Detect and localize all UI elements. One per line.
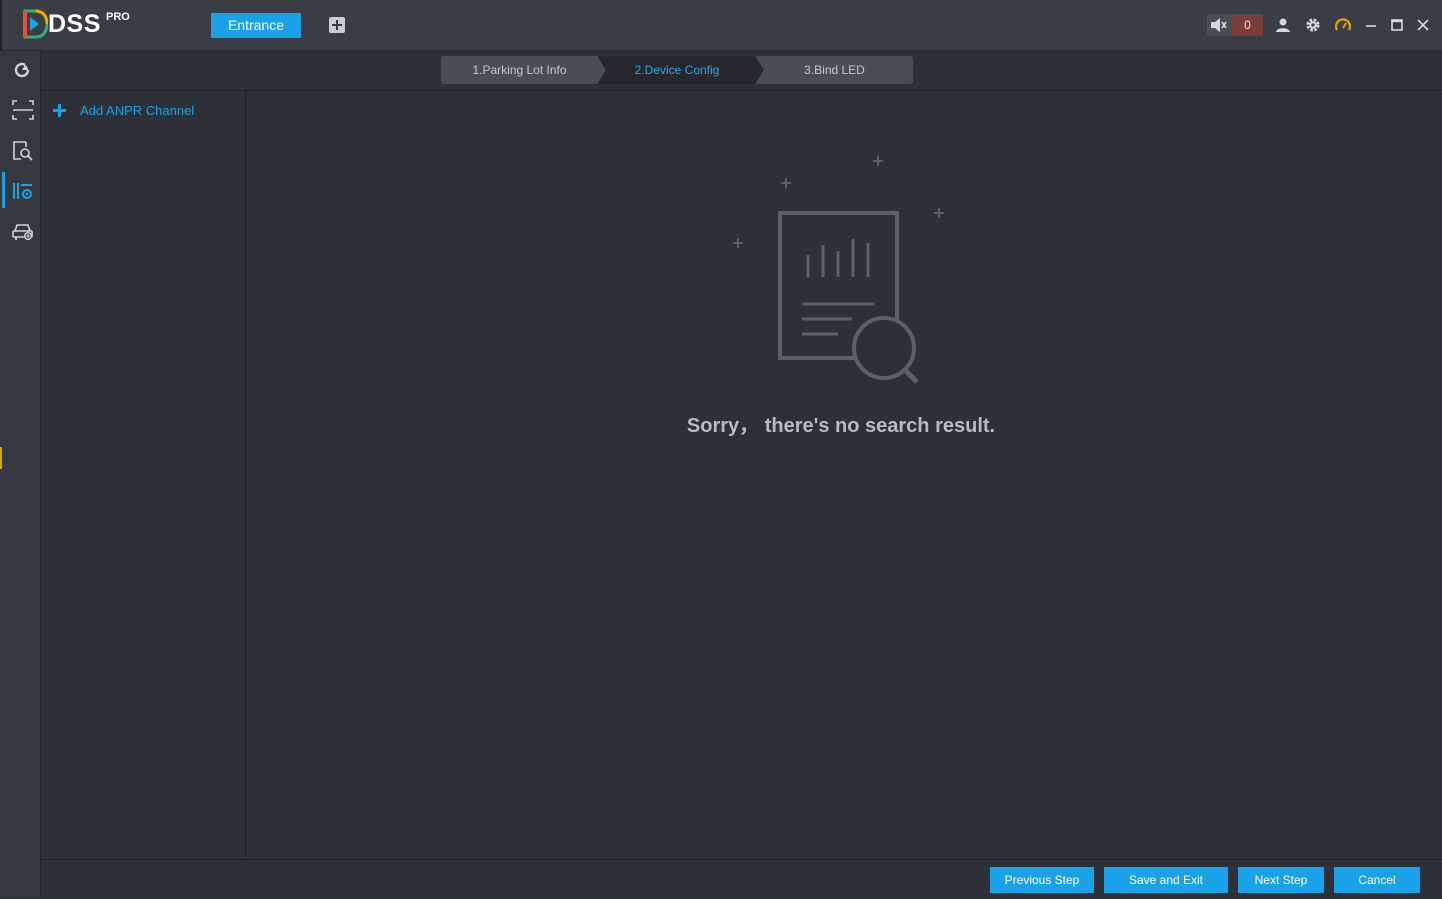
step-label: 3.Bind LED — [804, 63, 865, 77]
main-content: Sorry， there's no search result. — [246, 91, 1442, 858]
wizard-steps: 1.Parking Lot Info 2.Device Config 3.Bin… — [441, 56, 913, 84]
module-rail — [0, 51, 41, 898]
step-label: 2.Device Config — [634, 63, 720, 77]
add-anpr-channel-label[interactable]: Add ANPR Channel — [80, 103, 194, 119]
edge-marker — [0, 447, 2, 469]
rail-item-capture[interactable] — [2, 91, 40, 127]
empty-result-icon — [733, 156, 944, 384]
step-parking-lot-info[interactable]: 1.Parking Lot Info — [441, 56, 598, 84]
step-separator — [597, 56, 606, 84]
rail-item-vehicle[interactable] — [2, 213, 40, 249]
rail-item-refresh[interactable] — [2, 51, 40, 87]
rail-item-search-record[interactable] — [2, 132, 40, 168]
maximize-icon[interactable] — [1389, 17, 1405, 33]
close-icon[interactable] — [1415, 17, 1431, 33]
previous-step-button[interactable]: Previous Step — [990, 867, 1094, 893]
vehicle-icon[interactable] — [12, 222, 34, 242]
refresh-icon[interactable] — [12, 60, 32, 80]
step-label: 1.Parking Lot Info — [472, 63, 567, 77]
save-and-exit-button[interactable]: Save and Exit — [1104, 867, 1228, 893]
minimize-icon[interactable] — [1363, 17, 1379, 33]
alarm-count-badge: 0 — [1232, 15, 1263, 35]
capture-frame-icon[interactable] — [12, 100, 34, 120]
parking-config-icon[interactable] — [12, 181, 34, 201]
plus-icon[interactable] — [53, 104, 66, 117]
tab-entrance[interactable]: Entrance — [211, 13, 301, 38]
title-bar: DSS PRO Entrance 0 — [0, 0, 1442, 51]
step-separator — [755, 56, 764, 84]
speaker-icon[interactable] — [1210, 17, 1228, 33]
wizard-footer: Previous Step Save and Exit Next Step Ca… — [41, 859, 1442, 899]
user-icon[interactable] — [1275, 17, 1291, 33]
step-device-config[interactable]: 2.Device Config — [598, 56, 756, 84]
cancel-button[interactable]: Cancel — [1334, 867, 1420, 893]
add-tab-button[interactable] — [329, 17, 345, 33]
alarm-indicator[interactable]: 0 — [1207, 14, 1263, 36]
logo-mark-icon — [23, 9, 48, 39]
next-step-button[interactable]: Next Step — [1238, 867, 1324, 893]
empty-result-message: Sorry， there's no search result. — [686, 415, 996, 437]
search-record-icon[interactable] — [12, 141, 34, 161]
logo-text: DSS — [48, 10, 101, 38]
rail-item-parking-config[interactable] — [2, 172, 40, 208]
channel-panel: Add ANPR Channel — [41, 91, 246, 858]
step-bind-led[interactable]: 3.Bind LED — [756, 56, 913, 84]
gauge-icon[interactable] — [1335, 17, 1351, 33]
logo-edition: PRO — [106, 11, 130, 23]
gear-icon[interactable] — [1305, 17, 1321, 33]
